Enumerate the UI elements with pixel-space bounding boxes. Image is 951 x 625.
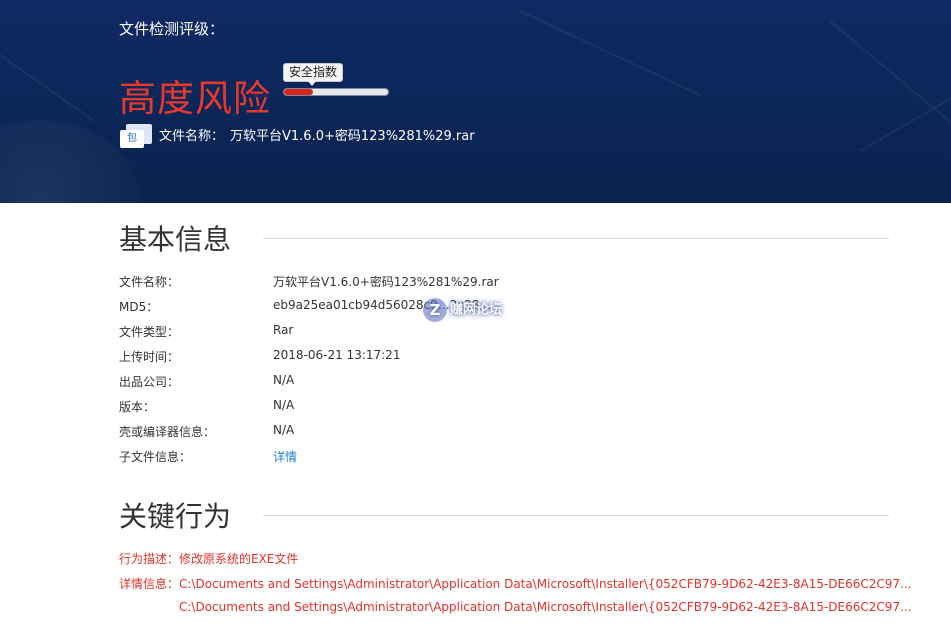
basic-info-title: 基本信息 (119, 223, 232, 256)
watermark-logo: Z (423, 298, 447, 322)
safety-index-fill (284, 89, 314, 95)
file-icon-front: 包 (120, 130, 144, 148)
info-key: 子文件信息： (119, 450, 192, 464)
watermark-text: 赚网论坛 (450, 302, 503, 318)
archive-file-icon: 包 (120, 124, 154, 148)
info-key: 出品公司： (119, 375, 180, 389)
behavior-description: 行为描述：修改原系统的EXE文件 (119, 552, 299, 566)
subfile-details-link[interactable]: 详情 (273, 448, 297, 465)
info-value: 2018-06-21 13:17:21 (273, 348, 401, 362)
forum-watermark: Z 赚网论坛 (423, 298, 502, 324)
safety-index-tag: 安全指数 (283, 63, 344, 86)
behavior-detail-label: 详情信息： (119, 577, 180, 591)
decorative-stripe (859, 90, 951, 152)
info-key: MD5： (119, 300, 159, 314)
behavior-detail-path-2: C:\Documents and Settings\Administrator\… (179, 600, 912, 614)
rating-label: 文件检测评级： (119, 20, 225, 38)
info-value: N/A (273, 423, 295, 437)
behavior-detail-row: 详情信息：C:\Documents and Settings\Administr… (119, 575, 912, 592)
key-behavior-title: 关键行为 (119, 500, 232, 533)
info-value: 万软平台V1.6.0+密码123%281%29.rar (273, 275, 499, 289)
decorative-stripe (519, 10, 702, 97)
info-value: N/A (273, 373, 295, 387)
info-value: Rar (273, 323, 294, 337)
info-value: N/A (273, 398, 295, 412)
key-behavior-divider (263, 515, 889, 516)
behavior-detail-path: C:\Documents and Settings\Administrator\… (179, 577, 912, 591)
risk-level-text: 高度风险 (119, 77, 271, 120)
info-key: 上传时间： (119, 350, 180, 364)
hero-file-value: 万软平台V1.6.0+密码123%281%29.rar (230, 129, 475, 144)
basic-info-divider (263, 238, 889, 239)
info-key: 版本： (119, 400, 156, 414)
info-key: 壳或编译器信息： (119, 425, 216, 439)
decorative-glow (0, 120, 140, 203)
risk-header-banner: 文件检测评级： 高度风险 安全指数 包 文件名称： 万软平台V1.6.0+密码12… (0, 0, 951, 203)
info-key: 文件名称： (119, 275, 180, 289)
decorative-stripe (0, 40, 96, 123)
hero-file-name: 文件名称： 万软平台V1.6.0+密码123%281%29.rar (159, 125, 475, 144)
info-key: 文件类型： (119, 325, 180, 339)
safety-index-bar (283, 88, 389, 96)
hero-file-label: 文件名称： (159, 129, 225, 144)
